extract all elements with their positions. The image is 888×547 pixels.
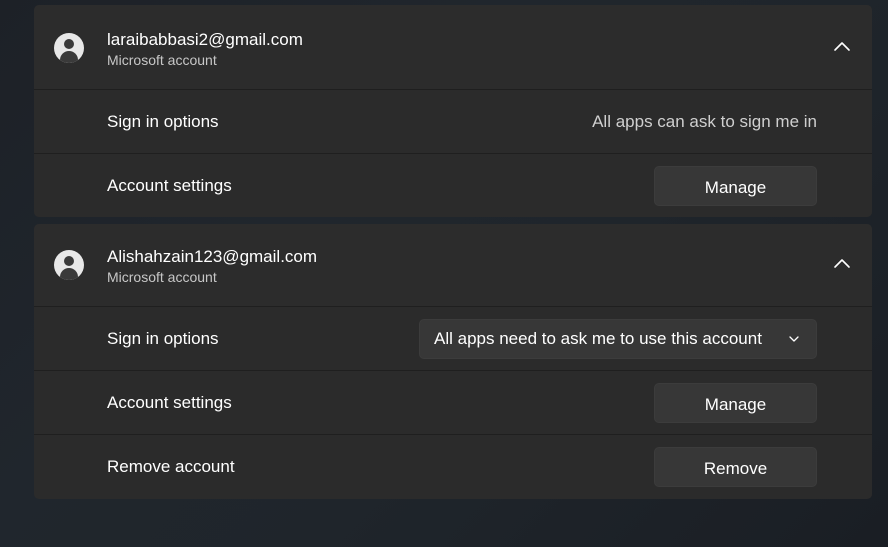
sign-in-options-label: Sign in options: [107, 111, 219, 131]
chevron-down-icon: [789, 335, 799, 342]
account-type: Microsoft account: [107, 269, 217, 285]
sign-in-options-row: Sign in options All apps need to ask me …: [34, 307, 872, 371]
sign-in-options-label: Sign in options: [107, 328, 219, 348]
sign-in-options-selected: All apps need to ask me to use this acco…: [434, 328, 762, 348]
account-card-alishahzain123: Alishahzain123@gmail.com Microsoft accou…: [34, 224, 872, 499]
chevron-up-icon[interactable]: [832, 39, 852, 53]
chevron-up-icon[interactable]: [832, 256, 852, 270]
account-settings-row: Account settings Manage: [34, 371, 872, 435]
remove-button[interactable]: Remove: [654, 446, 817, 487]
sign-in-options-dropdown[interactable]: All apps need to ask me to use this acco…: [419, 318, 817, 359]
manage-button[interactable]: Manage: [654, 382, 817, 423]
account-header[interactable]: laraibabbasi2@gmail.com Microsoft accoun…: [34, 5, 872, 90]
sign-in-options-value: All apps can ask to sign me in: [592, 111, 817, 131]
remove-account-label: Remove account: [107, 456, 235, 476]
person-avatar-icon: [54, 33, 84, 63]
manage-button[interactable]: Manage: [654, 165, 817, 206]
account-type: Microsoft account: [107, 52, 217, 68]
account-settings-label: Account settings: [107, 175, 232, 195]
remove-account-row: Remove account Remove: [34, 435, 872, 498]
person-avatar-icon: [54, 250, 84, 280]
account-email: laraibabbasi2@gmail.com: [107, 30, 303, 49]
account-email: Alishahzain123@gmail.com: [107, 247, 318, 266]
account-header[interactable]: Alishahzain123@gmail.com Microsoft accou…: [34, 224, 872, 307]
account-settings-label: Account settings: [107, 392, 232, 412]
account-settings-row: Account settings Manage: [34, 154, 872, 217]
account-card-laraibabbasi2: laraibabbasi2@gmail.com Microsoft accoun…: [34, 5, 872, 217]
sign-in-options-row: Sign in options All apps can ask to sign…: [34, 90, 872, 154]
